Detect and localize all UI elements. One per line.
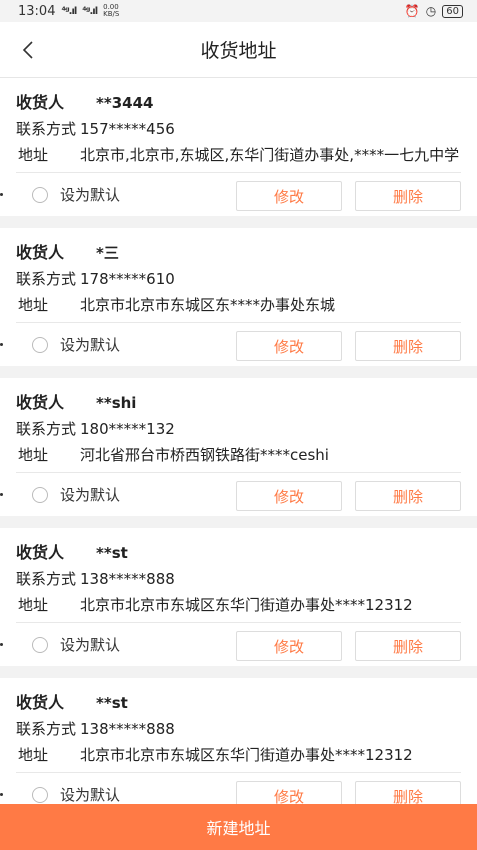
delete-button[interactable]: 删除 xyxy=(355,181,461,211)
receiver-name: **st xyxy=(96,694,128,712)
battery-icon: 60 xyxy=(442,4,463,18)
phone-row: 联系方式 138*****888 xyxy=(16,568,461,590)
phone-row: 联系方式 138*****888 xyxy=(16,718,461,740)
receiver-name: **st xyxy=(96,544,128,562)
phone-row: 联系方式 157*****456 xyxy=(16,118,461,140)
address-label: 地址 xyxy=(18,596,49,614)
card-actions: 设为默认 修改 删除 xyxy=(0,322,461,366)
card-actions: 设为默认 修改 删除 xyxy=(0,172,461,216)
phone-value: 138*****888 xyxy=(80,570,175,588)
phone-row: 联系方式 180*****132 xyxy=(16,418,461,440)
address-card: 收货人 **st 联系方式 138*****888 地址 北京市北京市东城区东华… xyxy=(0,678,477,804)
receiver-row: 收货人 **st xyxy=(16,692,461,714)
new-address-button[interactable]: 新建地址 xyxy=(0,804,477,850)
address-row: 地址 北京市,北京市,东城区,东华门街道办事处,****一七九中学 xyxy=(16,144,461,166)
address-value: 北京市北京市东城区东华门街道办事处****12312 xyxy=(80,746,413,764)
address-card: 收货人 *三 联系方式 178*****610 地址 北京市北京市东城区东***… xyxy=(0,228,477,366)
signal-icon: ⁴ᵍ.ıl xyxy=(61,5,77,17)
nav-bar: 收货地址 xyxy=(0,22,477,78)
receiver-row: 收货人 **st xyxy=(16,542,461,564)
clock-icon: ◷ xyxy=(425,4,437,18)
network-speed: 0.00 KB/S xyxy=(103,3,120,18)
address-value: 北京市北京市东城区东****办事处东城 xyxy=(80,296,336,314)
phone-label: 联系方式 xyxy=(16,720,77,738)
edge-dot xyxy=(0,643,3,646)
edit-button[interactable]: 修改 xyxy=(236,181,342,211)
set-default-label[interactable]: 设为默认 xyxy=(60,334,120,355)
phone-label: 联系方式 xyxy=(16,570,77,588)
receiver-label: 收货人 xyxy=(16,93,65,112)
edit-button[interactable]: 修改 xyxy=(236,481,342,511)
card-actions: 设为默认 修改 删除 xyxy=(0,772,461,804)
receiver-name: **shi xyxy=(96,394,137,412)
address-row: 地址 河北省邢台市桥西钢铁路街****ceshi xyxy=(16,444,461,466)
address-list[interactable]: 收货人 **3444 联系方式 157*****456 地址 北京市,北京市,东… xyxy=(0,78,477,804)
alarm-icon: ⏰ xyxy=(404,4,420,18)
signal-icon-2: ⁴ᵍ.ıl xyxy=(82,5,98,17)
set-default-label[interactable]: 设为默认 xyxy=(60,634,120,655)
address-row: 地址 北京市北京市东城区东华门街道办事处****12312 xyxy=(16,594,461,616)
edit-button[interactable]: 修改 xyxy=(236,631,342,661)
phone-label: 联系方式 xyxy=(16,420,77,438)
edge-dot xyxy=(0,493,3,496)
receiver-label: 收货人 xyxy=(16,243,65,262)
edit-button[interactable]: 修改 xyxy=(236,781,342,804)
receiver-row: 收货人 *三 xyxy=(16,242,461,264)
address-row: 地址 北京市北京市东城区东****办事处东城 xyxy=(16,294,461,316)
phone-label: 联系方式 xyxy=(16,120,77,138)
phone-label: 联系方式 xyxy=(16,270,77,288)
phone-value: 138*****888 xyxy=(80,720,175,738)
phone-value: 178*****610 xyxy=(80,270,175,288)
address-label: 地址 xyxy=(18,446,49,464)
phone-value: 157*****456 xyxy=(80,120,175,138)
status-left: 13:04 ⁴ᵍ.ıl ⁴ᵍ.ıl 0.00 KB/S xyxy=(18,4,121,19)
delete-button[interactable]: 删除 xyxy=(355,781,461,804)
set-default-label[interactable]: 设为默认 xyxy=(60,784,120,804)
receiver-name: *三 xyxy=(96,244,119,262)
receiver-label: 收货人 xyxy=(16,393,65,412)
address-value: 北京市北京市东城区东华门街道办事处****12312 xyxy=(80,596,413,614)
status-bar: 13:04 ⁴ᵍ.ıl ⁴ᵍ.ıl 0.00 KB/S ⏰ ◷ 60 xyxy=(0,0,477,22)
set-default-label[interactable]: 设为默认 xyxy=(60,184,120,205)
delete-button[interactable]: 删除 xyxy=(355,331,461,361)
delete-button[interactable]: 删除 xyxy=(355,481,461,511)
receiver-row: 收货人 **3444 xyxy=(16,92,461,114)
delete-button[interactable]: 删除 xyxy=(355,631,461,661)
edge-dot xyxy=(0,793,3,796)
default-radio[interactable] xyxy=(32,336,48,353)
edge-dot xyxy=(0,193,3,196)
address-card: 收货人 **st 联系方式 138*****888 地址 北京市北京市东城区东华… xyxy=(0,528,477,666)
set-default-label[interactable]: 设为默认 xyxy=(60,484,120,505)
card-actions: 设为默认 修改 删除 xyxy=(0,622,461,666)
default-radio[interactable] xyxy=(32,186,48,203)
receiver-label: 收货人 xyxy=(16,543,65,562)
receiver-name: **3444 xyxy=(96,94,154,112)
status-time: 13:04 xyxy=(18,3,56,19)
address-value: 河北省邢台市桥西钢铁路街****ceshi xyxy=(80,446,329,464)
address-label: 地址 xyxy=(18,296,49,314)
edit-button[interactable]: 修改 xyxy=(236,331,342,361)
default-radio[interactable] xyxy=(32,486,48,503)
address-card: 收货人 **shi 联系方式 180*****132 地址 河北省邢台市桥西钢铁… xyxy=(0,378,477,516)
edge-dot xyxy=(0,343,3,346)
address-label: 地址 xyxy=(18,746,49,764)
page-title: 收货地址 xyxy=(200,40,277,62)
phone-value: 180*****132 xyxy=(80,420,175,438)
back-icon[interactable] xyxy=(14,36,42,64)
status-right: ⏰ ◷ 60 xyxy=(405,4,463,18)
receiver-row: 收货人 **shi xyxy=(16,392,461,414)
address-label: 地址 xyxy=(18,146,49,164)
address-card: 收货人 **3444 联系方式 157*****456 地址 北京市,北京市,东… xyxy=(0,78,477,216)
address-value: 北京市,北京市,东城区,东华门街道办事处,****一七九中学 xyxy=(80,146,460,164)
card-actions: 设为默认 修改 删除 xyxy=(0,472,461,516)
default-radio[interactable] xyxy=(32,636,48,653)
receiver-label: 收货人 xyxy=(16,693,65,712)
address-row: 地址 北京市北京市东城区东华门街道办事处****12312 xyxy=(16,744,461,766)
default-radio[interactable] xyxy=(32,786,48,803)
phone-row: 联系方式 178*****610 xyxy=(16,268,461,290)
